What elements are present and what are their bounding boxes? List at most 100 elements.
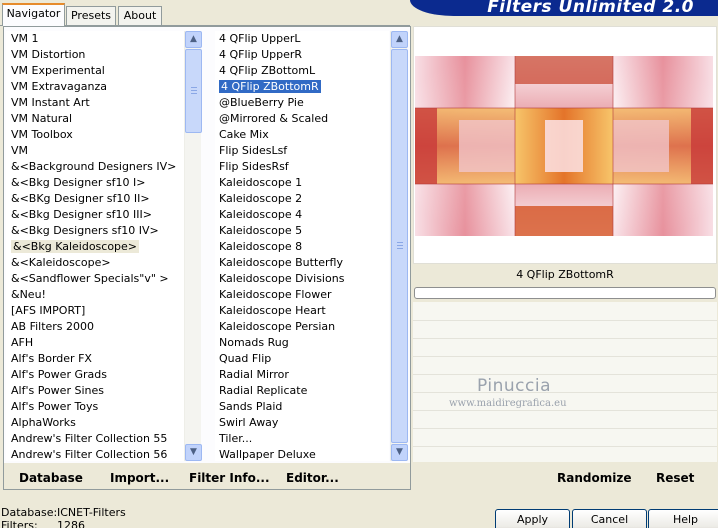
list-item[interactable]: &<BKg Designer sf10 II> [6,191,184,207]
list-item[interactable]: Wallpaper Deluxe [215,447,389,461]
list-item-label: Kaleidoscope 5 [219,224,303,237]
list-item[interactable]: VM Natural [6,111,184,127]
list-item[interactable]: [AFS IMPORT] [6,303,184,319]
reset-button[interactable]: Reset [656,471,694,485]
list-item-selected[interactable]: &<Bkg Kaleidoscope> [6,239,184,255]
list-item-label: Radial Replicate [219,384,308,397]
selected-filter-label: 4 QFlip ZBottomR [413,264,717,286]
list-item[interactable]: Alf's Power Grads [6,367,184,383]
tab-presets[interactable]: Presets [66,6,116,25]
list-item[interactable]: Radial Mirror [215,367,389,383]
list-item[interactable]: Alf's Border FX [6,351,184,367]
list-item-label: VM Toolbox [11,128,73,141]
list-item[interactable]: Sands Plaid [215,399,389,415]
help-button[interactable]: Help [648,509,718,528]
list-item[interactable]: 4 QFlip UpperL [215,31,389,47]
list-item[interactable]: AB Filters 2000 [6,319,184,335]
list-item[interactable]: &<Bkg Designers sf10 IV> [6,223,184,239]
list-item[interactable]: Kaleidoscope Heart [215,303,389,319]
list-item[interactable]: AlphaWorks [6,415,184,431]
tab-about[interactable]: About [118,6,162,25]
list-item[interactable]: Andrew's Filter Collection 55 [6,431,184,447]
list-item-label: &Neu! [11,288,46,301]
list-item[interactable]: &<Sandflower Specials"v" > [6,271,184,287]
list-item[interactable]: Flip SidesRsf [215,159,389,175]
list-item[interactable]: &<Kaleidoscope> [6,255,184,271]
list-item[interactable]: Flip SidesLsf [215,143,389,159]
list-item[interactable]: Kaleidoscope Divisions [215,271,389,287]
list-item[interactable]: VM Instant Art [6,95,184,111]
list-item[interactable]: &Neu! [6,287,184,303]
category-scrollbar[interactable]: ▲ ▼ [184,31,202,461]
list-item-label: [AFS IMPORT] [11,304,86,317]
list-item[interactable]: AFH [6,335,184,351]
list-item[interactable]: Kaleidoscope 2 [215,191,389,207]
scroll-down-arrow-icon[interactable]: ▼ [391,444,408,461]
list-item-label: 4 QFlip ZBottomR [218,79,322,94]
scroll-up-arrow-icon[interactable]: ▲ [185,31,202,48]
scroll-thumb[interactable] [185,49,202,133]
apply-button[interactable]: Apply [495,509,570,528]
list-item[interactable]: @BlueBerry Pie [215,95,389,111]
filter-list[interactable]: 4 QFlip UpperL 4 QFlip UpperR 4 QFlip ZBot… [215,31,389,461]
list-item[interactable]: Kaleidoscope 4 [215,207,389,223]
list-item[interactable]: &<Bkg Designer sf10 III> [6,207,184,223]
list-item[interactable]: Swirl Away [215,415,389,431]
filter-scrollbar[interactable]: ▲ ▼ [390,31,408,461]
list-item-label: Kaleidoscope Heart [219,304,326,317]
list-item-label: @BlueBerry Pie [219,96,304,109]
list-item[interactable]: Nomads Rug [215,335,389,351]
scroll-thumb[interactable] [391,49,408,443]
list-item[interactable]: Kaleidoscope 8 [215,239,389,255]
database-button[interactable]: Database [19,471,83,485]
list-item[interactable]: 4 QFlip ZBottomL [215,63,389,79]
list-item-label: VM 1 [11,32,39,45]
list-item[interactable]: Kaleidoscope 1 [215,175,389,191]
list-item[interactable]: VM Toolbox [6,127,184,143]
list-item-label: &<BKg Designer sf10 II> [11,192,150,205]
randomize-button[interactable]: Randomize [557,471,631,485]
database-status-value: ICNET-Filters [57,506,126,519]
list-item[interactable]: &<Bkg Designer sf10 I> [6,175,184,191]
list-item-label: @Mirrored & Scaled [219,112,329,125]
filters-count-label: Filters: [1,519,38,528]
list-item[interactable]: Cake Mix [215,127,389,143]
list-item[interactable]: VM Experimental [6,63,184,79]
category-list[interactable]: VM 1 VM Distortion VM Experimental VM Extra… [6,31,184,461]
list-item[interactable]: Alf's Power Sines [6,383,184,399]
list-item[interactable]: Andrew's Filter Collection 56 [6,447,184,461]
scroll-down-arrow-icon[interactable]: ▼ [185,444,202,461]
list-item[interactable]: @Mirrored & Scaled [215,111,389,127]
list-item[interactable]: Alf's Power Toys [6,399,184,415]
list-item[interactable]: 4 QFlip UpperR [215,47,389,63]
list-item[interactable]: Quad Flip [215,351,389,367]
list-item[interactable]: VM 1 [6,31,184,47]
scroll-up-arrow-icon[interactable]: ▲ [391,31,408,48]
list-item-label: Kaleidoscope 2 [219,192,303,205]
list-item[interactable]: Radial Replicate [215,383,389,399]
parameter-area [413,302,717,462]
list-item-label: Alf's Power Sines [11,384,104,397]
list-item-label: Flip SidesRsf [219,160,289,173]
list-item[interactable]: VM [6,143,184,159]
list-item[interactable]: Tiler... [215,431,389,447]
list-item[interactable]: &<Background Designers IV> [6,159,184,175]
title-banner: Filters Unlimited 2.0 [410,0,718,16]
list-item-selected[interactable]: 4 QFlip ZBottomR [215,79,389,95]
import-button[interactable]: Import... [110,471,169,485]
list-item[interactable]: VM Extravaganza [6,79,184,95]
list-item[interactable]: Kaleidoscope 5 [215,223,389,239]
filter-info-button[interactable]: Filter Info... [189,471,270,485]
list-item-label: VM Experimental [11,64,105,77]
editor-button[interactable]: Editor... [286,471,339,485]
list-item[interactable]: VM Distortion [6,47,184,63]
tab-navigator[interactable]: Navigator [2,3,65,26]
list-item[interactable]: Kaleidoscope Persian [215,319,389,335]
cancel-button[interactable]: Cancel [572,509,647,528]
list-item[interactable]: Kaleidoscope Flower [215,287,389,303]
list-item[interactable]: Kaleidoscope Butterfly [215,255,389,271]
progress-bar [414,287,716,299]
list-item-label: Swirl Away [219,416,279,429]
watermark-url: www.maidiregrafica.eu [449,398,567,409]
database-status-label: Database: [1,506,58,519]
